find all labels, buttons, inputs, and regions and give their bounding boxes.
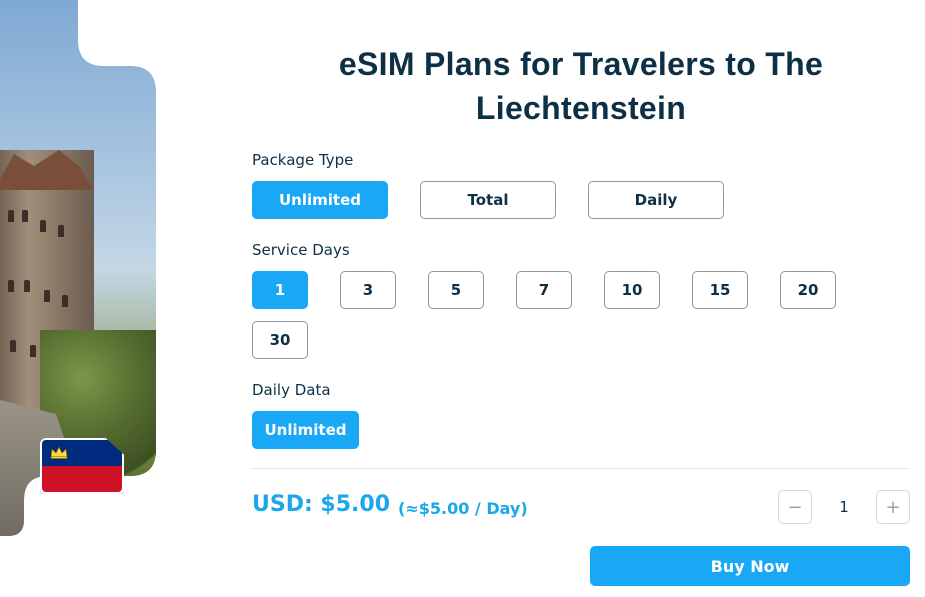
castle-window [8,210,14,222]
castle-window [62,295,68,307]
price-total: USD: $5.00 [252,492,391,517]
service-days-option-1[interactable]: 1 [252,271,308,309]
liechtenstein-flag-icon [40,438,124,494]
castle-window [40,220,46,232]
castle-window [30,345,36,357]
castle-window [44,290,50,302]
service-days-option-30[interactable]: 30 [252,321,308,359]
page-title: eSIM Plans for Travelers to The Liechten… [338,46,824,126]
package-option-daily[interactable]: Daily [588,181,724,219]
service-days-option-20[interactable]: 20 [780,271,836,309]
castle-window [10,340,16,352]
daily-data-option-unlimited[interactable]: Unlimited [252,411,359,449]
service-days-option-3[interactable]: 3 [340,271,396,309]
castle-window [58,225,64,237]
hero-image [0,0,158,597]
castle-window [22,210,28,222]
divider [252,468,910,469]
package-type-label: Package Type [252,151,354,169]
package-option-total[interactable]: Total [420,181,556,219]
quantity-decrease-button[interactable]: − [778,490,812,524]
crown-icon [50,446,68,459]
buy-now-button[interactable]: Buy Now [590,546,910,586]
package-option-unlimited[interactable]: Unlimited [252,181,388,219]
service-days-option-5[interactable]: 5 [428,271,484,309]
castle-window [24,280,30,292]
service-days-option-15[interactable]: 15 [692,271,748,309]
service-days-option-7[interactable]: 7 [516,271,572,309]
castle-window [8,280,14,292]
service-days-label: Service Days [252,241,350,259]
castle-landscape-image [0,0,158,597]
quantity-increase-button[interactable]: + [876,490,910,524]
service-days-option-10[interactable]: 10 [604,271,660,309]
price-per-day: (≈$5.00 / Day) [398,499,528,518]
quantity-value[interactable]: 1 [830,498,858,516]
daily-data-label: Daily Data [252,381,331,399]
